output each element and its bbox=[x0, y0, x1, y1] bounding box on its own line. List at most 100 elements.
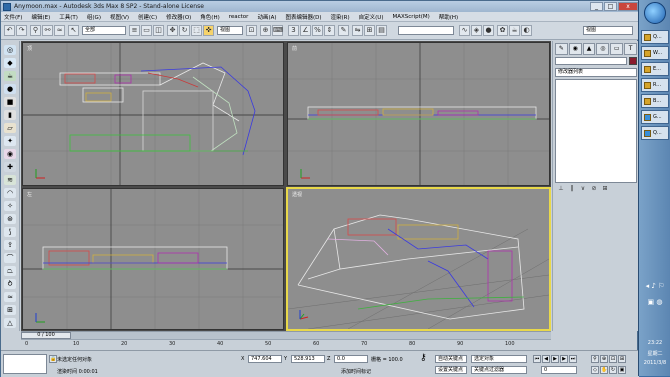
edit-mesh-icon[interactable]: △ bbox=[4, 318, 16, 328]
taskbar-item[interactable]: B... bbox=[641, 94, 669, 108]
hierarchy-tab-icon[interactable]: ▲ bbox=[582, 43, 596, 55]
xform-icon[interactable]: ◆ bbox=[4, 58, 16, 68]
key-filters-button[interactable]: 关键点过滤器 bbox=[471, 366, 527, 374]
menu-file[interactable]: 文件(F) bbox=[4, 13, 22, 21]
reference-coordinate-select[interactable]: 视图 bbox=[217, 26, 243, 35]
sphere-icon[interactable]: ● bbox=[4, 84, 16, 94]
time-slider-track[interactable]: 0 / 100 bbox=[21, 331, 551, 339]
spinner-snap-icon[interactable]: ⇕ bbox=[324, 25, 335, 36]
render-region-select[interactable]: 视图 bbox=[583, 26, 633, 35]
add-time-tag[interactable]: 添加时间标记 bbox=[341, 368, 371, 375]
twist-icon[interactable]: ⥁ bbox=[4, 279, 16, 289]
menu-help[interactable]: 帮助(H) bbox=[439, 13, 458, 21]
loft-icon[interactable]: ⟆ bbox=[4, 227, 16, 237]
make-unique-icon[interactable]: ∨ bbox=[579, 185, 587, 192]
track-bar[interactable]: 0 10 20 30 40 50 60 70 80 90 100 bbox=[21, 339, 551, 349]
create-tab-icon[interactable]: ✎ bbox=[555, 43, 568, 55]
viewport-label-top[interactable]: 顶 bbox=[27, 45, 32, 52]
menu-character[interactable]: 角色(H) bbox=[200, 13, 219, 21]
modifier-stack[interactable] bbox=[555, 79, 637, 183]
zoom-all-icon[interactable]: ⊕ bbox=[600, 355, 608, 363]
menu-modifiers[interactable]: 修改器(O) bbox=[166, 13, 191, 21]
x-coordinate-field[interactable]: 747.604 bbox=[248, 355, 282, 363]
orbit-icon[interactable]: ↻ bbox=[609, 366, 617, 374]
start-button[interactable] bbox=[644, 2, 666, 24]
object-name-field[interactable] bbox=[555, 57, 627, 65]
window-crossing-icon[interactable]: ◫ bbox=[153, 25, 164, 36]
spacewarp-icon[interactable]: ≋ bbox=[4, 175, 16, 185]
viewport-label-left[interactable]: 左 bbox=[27, 191, 32, 198]
select-by-name-icon[interactable]: ≡ bbox=[129, 25, 140, 36]
snap-3d-icon[interactable]: 3 bbox=[288, 25, 299, 36]
plane-icon[interactable]: ▱ bbox=[4, 123, 16, 133]
pan-icon[interactable]: ✋ bbox=[600, 366, 608, 374]
teapot-icon[interactable]: ☕ bbox=[4, 71, 16, 81]
fov-icon[interactable]: ◇ bbox=[591, 366, 599, 374]
viewport-label-perspective[interactable]: 透视 bbox=[292, 191, 302, 198]
menu-animation[interactable]: 动画(A) bbox=[257, 13, 276, 21]
display-tab-icon[interactable]: ▭ bbox=[610, 43, 624, 55]
select-object-icon[interactable]: ↖ bbox=[68, 25, 79, 36]
menu-graph-editors[interactable]: 图表编辑器(D) bbox=[286, 13, 322, 21]
menu-maxscript[interactable]: MAXScript(M) bbox=[392, 14, 429, 20]
keyboard-shortcut-icon[interactable]: ⌨ bbox=[272, 25, 283, 36]
previous-frame-icon[interactable]: ◀ bbox=[542, 355, 550, 363]
taskbar-item[interactable]: Q... bbox=[641, 30, 669, 44]
cylinder-icon[interactable]: ▮ bbox=[4, 110, 16, 120]
quick-render-icon[interactable]: ☕ bbox=[509, 25, 520, 36]
viewport-top[interactable]: 顶 bbox=[22, 42, 284, 186]
zoom-extents-icon[interactable]: ⊡ bbox=[609, 355, 617, 363]
align-icon[interactable]: ⊞ bbox=[364, 25, 375, 36]
motion-tab-icon[interactable]: ◎ bbox=[596, 43, 610, 55]
compound-icon[interactable]: ⊛ bbox=[4, 214, 16, 224]
remove-modifier-icon[interactable]: ⊘ bbox=[590, 185, 598, 192]
named-selection-sets-select[interactable] bbox=[398, 26, 454, 35]
viewport-label-front[interactable]: 前 bbox=[292, 45, 297, 52]
camera-icon[interactable]: ◉ bbox=[4, 149, 16, 159]
select-scale-icon[interactable]: ⬚ bbox=[191, 25, 202, 36]
bind-space-warp-icon[interactable]: ≈ bbox=[54, 25, 65, 36]
modify-tab-icon[interactable]: ◉ bbox=[568, 43, 582, 55]
extrude-icon[interactable]: ⇪ bbox=[4, 240, 16, 250]
box-icon[interactable]: ■ bbox=[4, 97, 16, 107]
key-mode-select[interactable]: 选定对象 bbox=[471, 355, 527, 363]
viewport-left[interactable]: 左 bbox=[22, 188, 284, 330]
noise-icon[interactable]: ≈ bbox=[4, 292, 16, 302]
maxscript-mini-listener[interactable] bbox=[3, 354, 47, 374]
pin-stack-icon[interactable]: ⊥ bbox=[557, 185, 565, 192]
utilities-tab-icon[interactable]: T bbox=[624, 43, 637, 55]
redo-icon[interactable]: ↷ bbox=[16, 25, 27, 36]
link-icon[interactable]: ⚲ bbox=[30, 25, 41, 36]
viewport-front[interactable]: 前 bbox=[287, 42, 550, 186]
y-coordinate-field[interactable]: 528.913 bbox=[291, 355, 325, 363]
zoom-extents-all-icon[interactable]: ⊞ bbox=[618, 355, 626, 363]
unlink-icon[interactable]: ⚯ bbox=[42, 25, 53, 36]
minimize-button[interactable]: _ bbox=[590, 2, 603, 11]
modifier-list-select[interactable]: 修改器列表 bbox=[555, 68, 637, 77]
shape-icon[interactable]: ◠ bbox=[4, 188, 16, 198]
play-icon[interactable]: ▶ bbox=[551, 355, 559, 363]
rect-selection-icon[interactable]: ▭ bbox=[141, 25, 152, 36]
configure-sets-icon[interactable]: ⊞ bbox=[601, 185, 609, 192]
bend-icon[interactable]: ⌒ bbox=[4, 253, 16, 263]
select-rotate-icon[interactable]: ↻ bbox=[179, 25, 190, 36]
taskbar-item[interactable]: E... bbox=[641, 62, 669, 76]
maximize-viewport-icon[interactable]: ▣ bbox=[618, 366, 626, 374]
go-to-end-icon[interactable]: ⏭ bbox=[569, 355, 577, 363]
select-manipulate-icon[interactable]: ✜ bbox=[203, 25, 214, 36]
material-editor-icon[interactable]: ● bbox=[483, 25, 494, 36]
percent-snap-icon[interactable]: % bbox=[312, 25, 323, 36]
undo-icon[interactable]: ↶ bbox=[4, 25, 15, 36]
pivot-center-icon[interactable]: ⊡ bbox=[246, 25, 257, 36]
taskbar-item[interactable]: G... bbox=[641, 110, 669, 124]
lock-selection-icon[interactable]: 🔒 bbox=[49, 355, 57, 363]
particle-icon[interactable]: ✧ bbox=[4, 201, 16, 211]
schematic-view-icon[interactable]: ◈ bbox=[471, 25, 482, 36]
taskbar-item[interactable]: Q... bbox=[641, 126, 669, 140]
select-move-icon[interactable]: ✥ bbox=[167, 25, 178, 36]
go-to-start-icon[interactable]: ⏮ bbox=[533, 355, 541, 363]
viewport-perspective[interactable]: 透视 bbox=[286, 187, 551, 331]
key-icon[interactable]: ⚷ bbox=[420, 353, 427, 363]
curve-editor-icon[interactable]: ∿ bbox=[459, 25, 470, 36]
select-and-link-icon[interactable]: ⊕ bbox=[260, 25, 271, 36]
